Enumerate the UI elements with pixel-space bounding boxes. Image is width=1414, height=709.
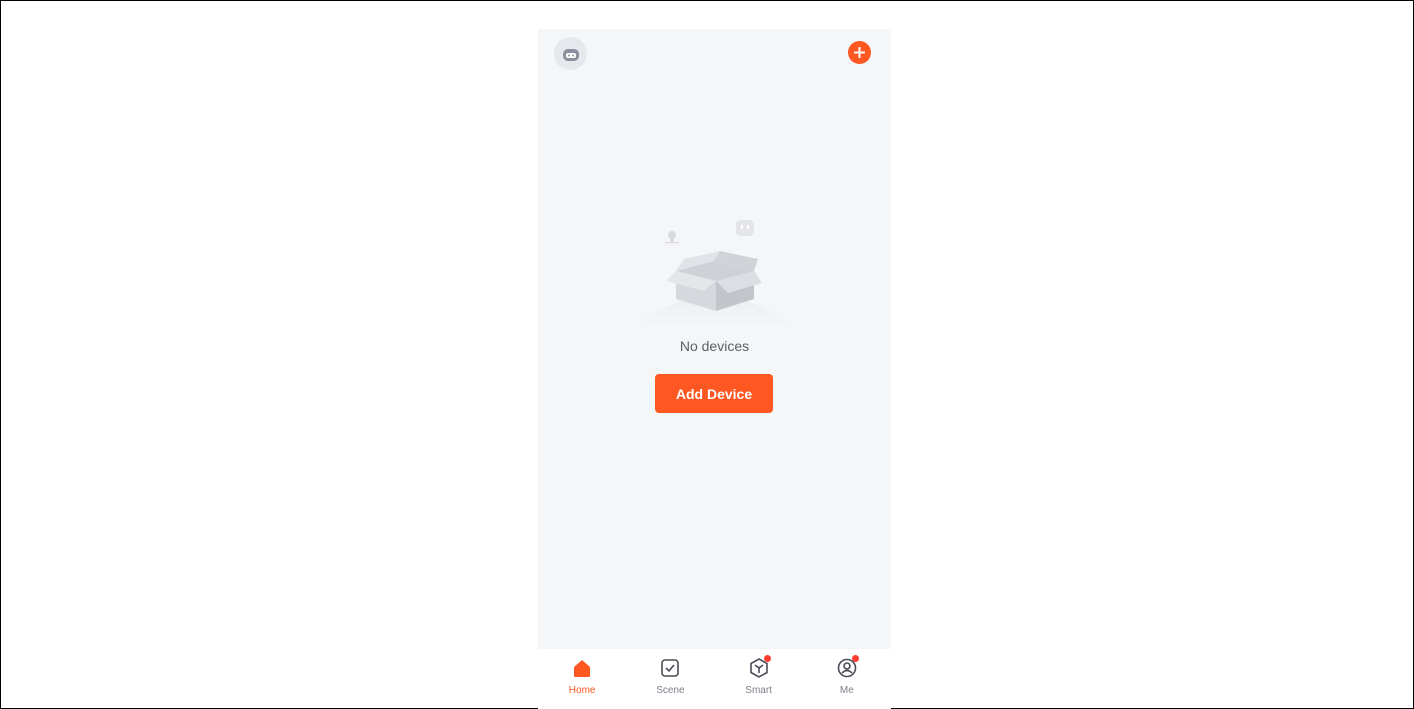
tab-scene-label: Scene [656, 685, 685, 696]
scene-checkbox-icon [659, 657, 681, 679]
me-badge-dot [851, 655, 859, 662]
tab-smart[interactable]: Smart [715, 649, 803, 709]
tab-home-label: Home [568, 685, 596, 696]
add-device-button[interactable]: Add Device [655, 374, 773, 413]
tab-me[interactable]: Me [803, 649, 891, 709]
plus-icon[interactable] [848, 41, 871, 64]
robot-avatar-icon[interactable] [554, 37, 587, 70]
bottom-tab-bar: Home Scene Smart Me [538, 649, 891, 709]
smart-cube-icon [748, 655, 771, 679]
app-screen: No devices Add Device Home Scene Smart M… [538, 29, 891, 709]
empty-state-message: No devices [679, 338, 750, 354]
tab-home[interactable]: Home [538, 649, 626, 709]
top-bar [538, 29, 891, 79]
profile-icon [836, 655, 859, 679]
smart-badge-dot [763, 655, 771, 662]
empty-box-icon [634, 215, 794, 327]
tab-me-label: Me [839, 685, 854, 696]
tab-smart-label: Smart [745, 685, 772, 696]
tab-scene[interactable]: Scene [626, 649, 714, 709]
home-icon [571, 657, 593, 679]
